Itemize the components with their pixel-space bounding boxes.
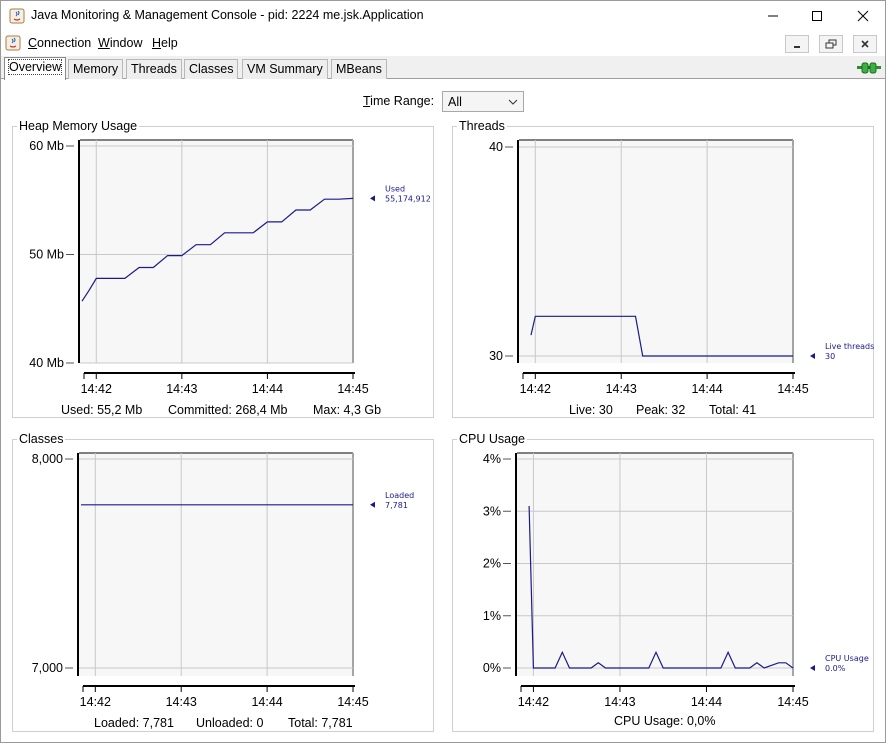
tab-memory[interactable]: Memory bbox=[68, 59, 124, 79]
classes-panel: Classes 8,000 7,000 14:42 14:43 14:44 14:45 Lo… bbox=[12, 432, 434, 732]
close-icon bbox=[857, 10, 869, 22]
menu-help[interactable]: Help bbox=[152, 36, 178, 50]
menu-bar: Connection Window Help bbox=[1, 32, 885, 54]
last-value-marker bbox=[810, 665, 815, 671]
heap-memory-panel: Heap Memory Usage 60 Mb 50 Mb 40 Mb 14:42 14… bbox=[12, 119, 434, 418]
last-value-marker bbox=[370, 195, 375, 202]
connection-plug-icon bbox=[857, 62, 881, 74]
x-tick-label: 14:42 bbox=[81, 382, 112, 396]
window-title: Java Monitoring & Management Console - p… bbox=[31, 8, 424, 22]
x-tick-label: 14:45 bbox=[777, 695, 808, 709]
x-tick-label: 14:45 bbox=[337, 382, 368, 396]
tab-overview[interactable]: Overview bbox=[4, 57, 67, 80]
heap-used-summary: Used: 55,2 Mb bbox=[61, 403, 143, 417]
classes-loaded-summary: Loaded: 7,781 bbox=[94, 716, 174, 730]
heap-memory-chart: 60 Mb 50 Mb 40 Mb 14:42 14:43 14:44 14:45 Used5… bbox=[29, 139, 431, 396]
y-tick-label: 8,000 bbox=[32, 452, 63, 466]
cpu-usage-summary: CPU Usage: 0,0% bbox=[614, 714, 716, 728]
x-tick-label: 14:43 bbox=[166, 382, 197, 396]
maximize-icon bbox=[812, 11, 822, 21]
y-tick-label: 40 bbox=[489, 140, 503, 154]
time-range-select[interactable]: All bbox=[442, 91, 524, 112]
series-legend-name: Live threads bbox=[825, 342, 874, 351]
y-tick-label: 50 Mb bbox=[29, 248, 64, 262]
x-tick-label: 14:44 bbox=[691, 695, 722, 709]
title-bar: Java Monitoring & Management Console - p… bbox=[1, 1, 885, 31]
series-legend-name: Used bbox=[385, 184, 405, 193]
threads-panel: Threads 40 30 14:42 14:43 14:44 14:45 Live thr… bbox=[452, 119, 874, 418]
close-button[interactable] bbox=[840, 1, 886, 31]
internal-restore-button[interactable] bbox=[819, 35, 843, 53]
last-value-marker bbox=[370, 501, 375, 508]
y-tick-label: 2% bbox=[483, 557, 501, 571]
cpu-usage-panel: CPU Usage 4% 3% 2% 1% 0% 14:42 14:43 14:44 14:45… bbox=[452, 432, 874, 732]
java-app-icon bbox=[9, 8, 25, 24]
threads-live-summary: Live: 30 bbox=[569, 403, 613, 417]
threads-peak-summary: Peak: 32 bbox=[636, 403, 686, 417]
series-legend-value: 55,174,912 bbox=[385, 194, 431, 203]
time-range-label: Time Range: bbox=[363, 94, 435, 108]
heap-max-summary: Max: 4,3 Gb bbox=[313, 403, 382, 417]
classes-total-summary: Total: 7,781 bbox=[288, 716, 353, 730]
series-legend-value: 7,781 bbox=[385, 501, 408, 510]
heap-committed-summary: Committed: 268,4 Mb bbox=[168, 403, 288, 417]
overview-content: Time Range: All Heap Memory Usage 60 Mb 5… bbox=[1, 80, 885, 742]
cpu-usage-chart: 4% 3% 2% 1% 0% 14:42 14:43 14:44 14:45 CPU Usage0… bbox=[483, 452, 869, 709]
x-tick-label: 14:42 bbox=[80, 695, 111, 709]
tab-mbeans[interactable]: MBeans bbox=[331, 59, 387, 79]
x-tick-label: 14:42 bbox=[518, 695, 549, 709]
tab-threads[interactable]: Threads bbox=[126, 59, 182, 79]
y-tick-label: 40 Mb bbox=[29, 356, 64, 370]
y-tick-label: 7,000 bbox=[32, 661, 63, 675]
plot-area bbox=[80, 140, 353, 363]
close-icon bbox=[861, 40, 869, 48]
x-tick-label: 14:43 bbox=[606, 382, 637, 396]
threads-chart: 403014:42 14:43 14:44 14:45Live threads30 bbox=[489, 139, 874, 396]
series-legend-name: CPU Usage bbox=[825, 654, 869, 663]
minimize-icon bbox=[794, 46, 800, 48]
restore-icon bbox=[825, 39, 837, 49]
x-tick-label: 14:43 bbox=[166, 695, 197, 709]
menu-connection[interactable]: Connection bbox=[28, 36, 91, 50]
threads-total-summary: Total: 41 bbox=[709, 403, 757, 417]
x-tick-label: 14:42 bbox=[520, 382, 551, 396]
y-tick-label: 1% bbox=[483, 609, 501, 623]
minimize-icon bbox=[768, 15, 778, 17]
series-legend-name: Loaded bbox=[385, 491, 414, 500]
tab-vm-summary[interactable]: VM Summary bbox=[242, 59, 328, 79]
maximize-button[interactable] bbox=[794, 1, 840, 31]
last-value-marker bbox=[810, 353, 815, 359]
tab-strip: Overview Memory Threads Classes VM Summa… bbox=[1, 56, 885, 80]
x-tick-label: 14:43 bbox=[604, 695, 635, 709]
y-tick-label: 3% bbox=[483, 504, 501, 518]
y-tick-label: 0% bbox=[483, 661, 501, 675]
plot-area bbox=[79, 453, 353, 676]
chevron-down-icon bbox=[508, 99, 518, 105]
x-tick-label: 14:45 bbox=[777, 382, 808, 396]
x-tick-label: 14:45 bbox=[337, 695, 368, 709]
y-tick-label: 30 bbox=[489, 349, 503, 363]
y-tick-label: 60 Mb bbox=[29, 139, 64, 153]
x-tick-label: 14:44 bbox=[251, 695, 282, 709]
series-legend-value: 0.0% bbox=[825, 664, 846, 673]
plot-area bbox=[519, 140, 793, 363]
internal-close-button[interactable] bbox=[853, 35, 877, 53]
series-legend-value: 30 bbox=[825, 352, 835, 361]
x-tick-label: 14:44 bbox=[252, 382, 283, 396]
internal-minimize-button[interactable] bbox=[785, 35, 809, 53]
classes-unloaded-summary: Unloaded: 0 bbox=[196, 716, 264, 730]
plot-area bbox=[517, 453, 793, 676]
internal-frame-java-icon[interactable] bbox=[5, 35, 21, 51]
y-tick-label: 4% bbox=[483, 452, 501, 466]
classes-chart: 8,000 7,000 14:42 14:43 14:44 14:45 Loaded7,78… bbox=[32, 452, 414, 709]
minimize-button[interactable] bbox=[750, 1, 796, 31]
jconsole-window: Java Monitoring & Management Console - p… bbox=[0, 0, 886, 743]
menu-window[interactable]: Window bbox=[98, 36, 142, 50]
x-tick-label: 14:44 bbox=[691, 382, 722, 396]
tab-classes[interactable]: Classes bbox=[184, 59, 239, 79]
